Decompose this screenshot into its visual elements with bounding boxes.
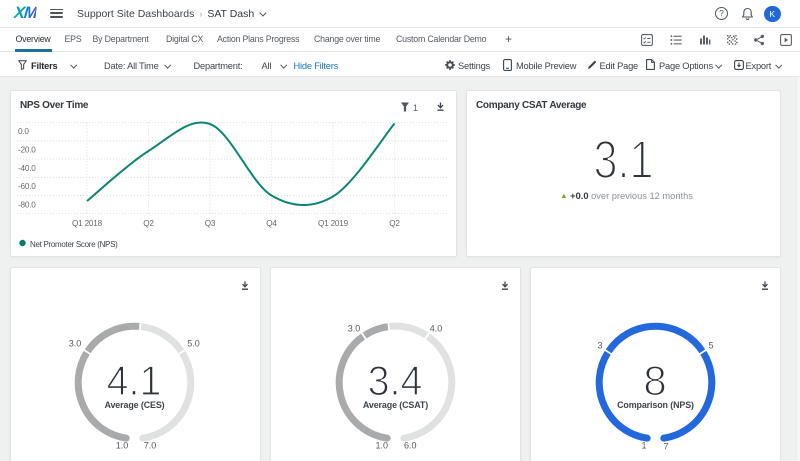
svg-text:1: 1 bbox=[641, 440, 646, 450]
svg-text:-80.0: -80.0 bbox=[18, 200, 36, 209]
svg-text:1.0: 1.0 bbox=[116, 440, 129, 450]
svg-text:7.0: 7.0 bbox=[144, 440, 157, 450]
svg-text:3.4: 3.4 bbox=[368, 356, 423, 403]
svg-text:1.0: 1.0 bbox=[376, 440, 389, 450]
svg-text:-40.0: -40.0 bbox=[18, 164, 36, 173]
svg-text:3: 3 bbox=[597, 340, 602, 350]
svg-text:3.0: 3.0 bbox=[348, 323, 361, 333]
svg-text:Q2: Q2 bbox=[389, 219, 400, 228]
svg-text:Average (CSAT): Average (CSAT) bbox=[363, 400, 428, 410]
svg-text:Net Promoter Score (NPS): Net Promoter Score (NPS) bbox=[30, 240, 118, 249]
svg-text:Average (CES): Average (CES) bbox=[104, 400, 164, 410]
svg-text:Q1 2018: Q1 2018 bbox=[72, 219, 103, 228]
svg-text:3.1: 3.1 bbox=[594, 131, 654, 191]
svg-text:Q2: Q2 bbox=[143, 219, 154, 228]
svg-text:Comparison (NPS): Comparison (NPS) bbox=[617, 400, 694, 410]
svg-text:6.0: 6.0 bbox=[404, 440, 417, 450]
svg-text:8: 8 bbox=[643, 357, 666, 404]
svg-text:Q3: Q3 bbox=[205, 219, 216, 228]
svg-text:Q4: Q4 bbox=[266, 219, 277, 228]
svg-text:5.0: 5.0 bbox=[187, 338, 200, 348]
svg-text:0.0: 0.0 bbox=[18, 127, 29, 136]
svg-text:4.0: 4.0 bbox=[430, 323, 443, 333]
svg-text:-60.0: -60.0 bbox=[18, 182, 36, 191]
svg-text:-20.0: -20.0 bbox=[18, 146, 36, 155]
svg-text:3.0: 3.0 bbox=[69, 338, 82, 348]
svg-text:7: 7 bbox=[663, 441, 668, 451]
svg-text:4.1: 4.1 bbox=[107, 356, 162, 403]
svg-text:5: 5 bbox=[708, 340, 713, 350]
svg-text:Q1 2019: Q1 2019 bbox=[318, 219, 349, 228]
